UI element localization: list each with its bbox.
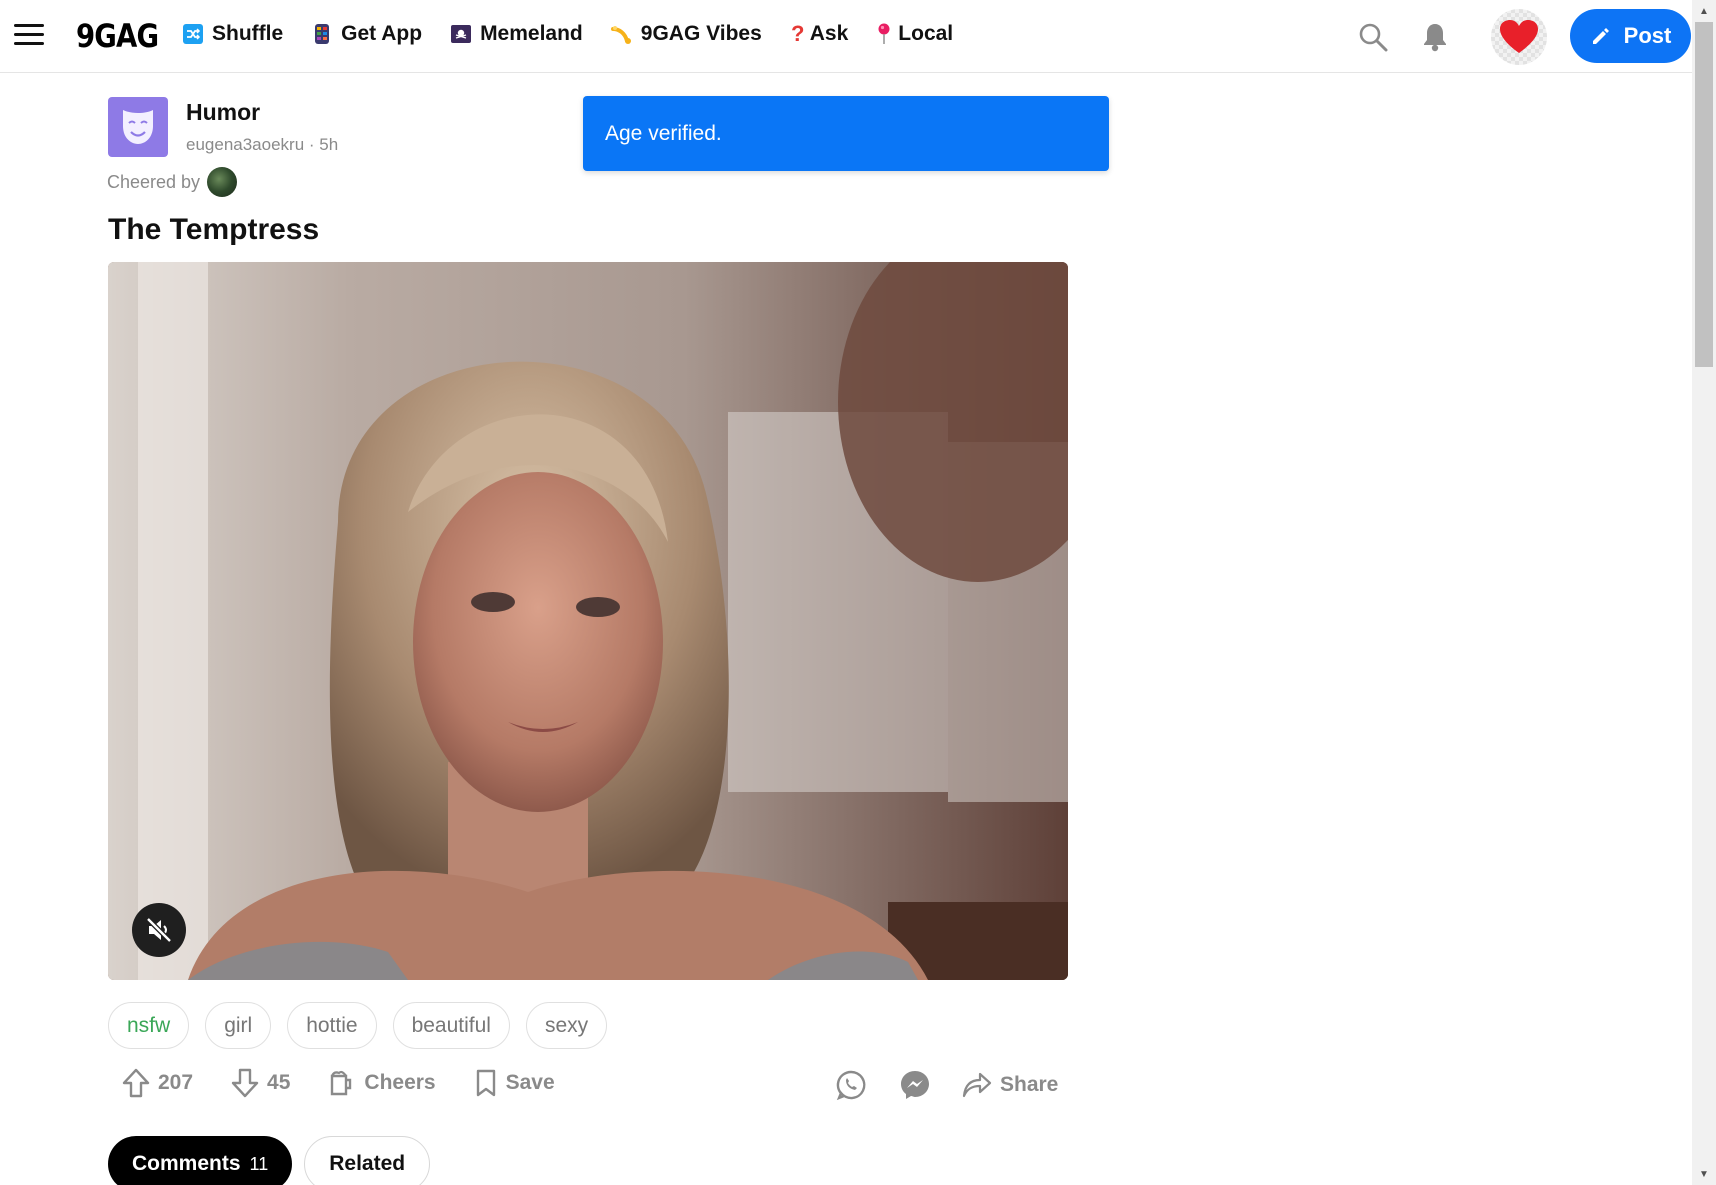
pencil-icon bbox=[1592, 28, 1609, 44]
scroll-down-arrow-icon[interactable]: ▼ bbox=[1692, 1163, 1716, 1185]
upvote-button[interactable]: 207 bbox=[122, 1068, 193, 1098]
post-tabs: Comments 11 Related bbox=[108, 1136, 442, 1185]
whatsapp-icon bbox=[836, 1070, 866, 1101]
cheered-by: Cheered by bbox=[107, 167, 238, 197]
nav-9gag-vibes[interactable]: 9GAG Vibes bbox=[610, 22, 762, 46]
tag-hottie[interactable]: hottie bbox=[287, 1002, 377, 1049]
site-logo[interactable]: 9GAG bbox=[76, 17, 159, 55]
section-avatar[interactable] bbox=[108, 97, 168, 157]
tag-girl[interactable]: girl bbox=[205, 1002, 272, 1049]
mute-toggle-button[interactable] bbox=[132, 903, 186, 957]
search-icon[interactable] bbox=[1358, 22, 1388, 52]
nav-label: Memeland bbox=[480, 22, 583, 45]
beer-mug-icon bbox=[331, 1070, 352, 1096]
author-link[interactable]: eugena3aoekru bbox=[186, 135, 304, 154]
messenger-share-button[interactable] bbox=[898, 1068, 932, 1102]
post-button-label: Post bbox=[1623, 23, 1672, 48]
save-button[interactable]: Save bbox=[474, 1068, 555, 1098]
cheers-button[interactable]: Cheers bbox=[328, 1068, 436, 1098]
notification-bell-icon[interactable] bbox=[1420, 21, 1450, 53]
post-button[interactable]: Post bbox=[1570, 9, 1691, 63]
tab-comments[interactable]: Comments 11 bbox=[108, 1136, 293, 1185]
tag-list: nsfw girl hottie beautiful sexy bbox=[108, 1002, 623, 1049]
nav-label: Get App bbox=[341, 22, 423, 45]
main-nav: Shuffle Get App Memeland 9GAG Vibes ? As… bbox=[182, 21, 981, 46]
shuffle-icon bbox=[182, 23, 204, 45]
post-meta: eugena3aoekru · 5h bbox=[186, 135, 338, 155]
user-avatar[interactable] bbox=[1491, 9, 1547, 65]
meta-separator: · bbox=[304, 135, 320, 154]
whatsapp-share-button[interactable] bbox=[834, 1068, 868, 1102]
scroll-thumb[interactable] bbox=[1695, 22, 1713, 367]
comments-count: 11 bbox=[249, 1153, 269, 1174]
vibes-icon bbox=[610, 23, 633, 45]
downvote-button[interactable]: 45 bbox=[231, 1068, 290, 1098]
nav-local[interactable]: Local bbox=[876, 22, 953, 46]
upvote-count: 207 bbox=[158, 1071, 194, 1094]
post-video[interactable] bbox=[108, 262, 1068, 980]
question-mark-icon: ? bbox=[791, 21, 805, 46]
tag-sexy[interactable]: sexy bbox=[525, 1002, 608, 1049]
save-label: Save bbox=[505, 1071, 555, 1094]
scroll-up-arrow-icon[interactable]: ▲ bbox=[1692, 0, 1716, 22]
muted-speaker-icon bbox=[146, 917, 172, 943]
tag-nsfw[interactable]: nsfw bbox=[108, 1002, 190, 1049]
post-actions: 207 45 Cheers Save bbox=[122, 1068, 593, 1098]
phone-icon bbox=[311, 23, 333, 45]
messenger-icon bbox=[901, 1071, 929, 1099]
downvote-count: 45 bbox=[267, 1071, 291, 1094]
upvote-arrow-icon bbox=[122, 1068, 150, 1098]
nav-label: Ask bbox=[809, 22, 849, 45]
nav-memeland[interactable]: Memeland bbox=[450, 22, 583, 46]
cheered-by-label: Cheered by bbox=[107, 171, 201, 192]
share-label: Share bbox=[1000, 1073, 1059, 1096]
age-verified-toast: Age verified. bbox=[583, 96, 1109, 171]
downvote-arrow-icon bbox=[231, 1068, 259, 1098]
cheers-label: Cheers bbox=[364, 1071, 436, 1094]
section-name[interactable]: Humor bbox=[186, 99, 260, 126]
nav-get-app[interactable]: Get App bbox=[311, 22, 422, 46]
post-title: The Temptress bbox=[108, 213, 320, 246]
pin-icon bbox=[876, 23, 892, 45]
top-navigation-bar: 9GAG Shuffle Get App Memeland 9GAG Vibes bbox=[0, 0, 1692, 73]
share-button[interactable]: Share bbox=[962, 1072, 1058, 1098]
nav-label: Shuffle bbox=[212, 22, 284, 45]
post-age: 5h bbox=[319, 135, 339, 154]
theater-mask-icon bbox=[123, 110, 153, 144]
tab-related[interactable]: Related bbox=[304, 1136, 431, 1185]
cheerer-avatar[interactable] bbox=[207, 167, 238, 197]
video-frame bbox=[108, 262, 1068, 980]
tab-related-label: Related bbox=[329, 1152, 406, 1175]
tab-comments-label: Comments bbox=[132, 1152, 241, 1175]
nav-label: Local bbox=[898, 22, 954, 45]
toast-message: Age verified. bbox=[605, 121, 722, 145]
nav-shuffle[interactable]: Shuffle bbox=[182, 22, 283, 46]
tag-beautiful[interactable]: beautiful bbox=[392, 1002, 510, 1049]
scrollbar[interactable]: ▲ ▼ bbox=[1692, 0, 1716, 1185]
menu-icon[interactable] bbox=[14, 24, 44, 48]
share-arrow-icon bbox=[962, 1072, 992, 1098]
heart-icon bbox=[1500, 20, 1538, 53]
share-group: Share bbox=[834, 1068, 1058, 1102]
bookmark-icon bbox=[476, 1069, 495, 1097]
nav-label: 9GAG Vibes bbox=[640, 22, 762, 45]
pirate-flag-icon bbox=[450, 23, 472, 45]
nav-ask[interactable]: ? Ask bbox=[790, 21, 849, 46]
